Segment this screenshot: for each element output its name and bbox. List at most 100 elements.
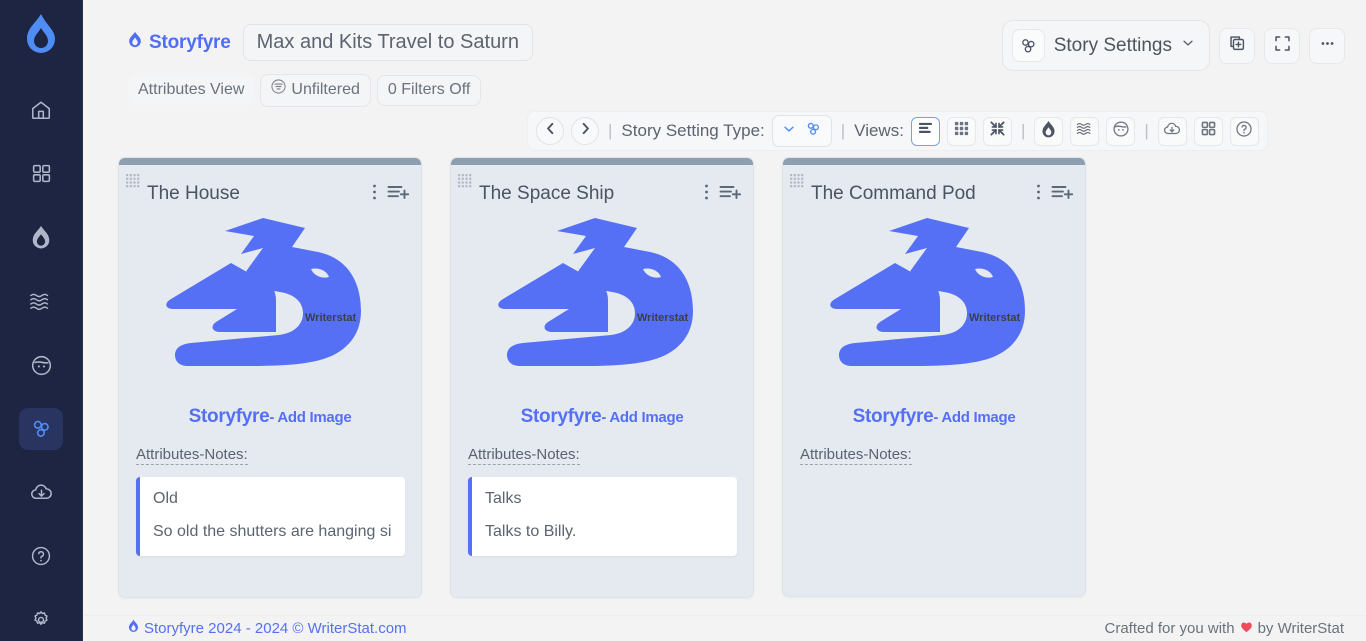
view-grid-button[interactable] [946,116,976,146]
chevron-left-icon [543,121,558,141]
view-scenes-button[interactable] [1070,116,1100,146]
story-setting-card[interactable]: The Space Ship Writerstat Storyfyre- Add… [450,157,754,598]
logo-caption-rest: - Add Image [601,409,684,426]
sidebar-item-dashboard[interactable] [19,153,63,195]
card-image-caption: Storyfyre- Add Image [521,406,684,428]
logo-caption-rest: - Add Image [933,409,1016,426]
card-accent-bar [119,158,421,165]
card-title: The Command Pod [811,183,976,204]
footer-copyright: Storyfyre 2024 - 2024 © WriterStat.com [128,619,407,639]
sidebar-item-home[interactable] [19,89,63,131]
waves-icon [29,291,53,311]
card-menu-icon[interactable] [1036,183,1041,206]
help-circle-icon [1235,120,1253,143]
sidebar-logo-flame-icon[interactable] [21,12,61,61]
card-accent-bar [783,158,1085,165]
face-icon [1112,120,1130,143]
drag-handle-icon[interactable] [790,174,807,191]
home-icon [30,99,52,121]
add-note-icon[interactable] [719,183,742,206]
story-setting-type-select[interactable] [771,115,832,147]
view-list-button[interactable] [910,116,940,146]
sidebar-item-preferences[interactable] [19,599,63,641]
next-button[interactable] [571,117,599,145]
card-image-placeholder[interactable]: Writerstat Storyfyre- Add Image [451,208,753,428]
cards-container: The House Writerstat Storyfyre- Add Imag… [83,157,1366,617]
toolbar-divider-4: | [1144,121,1149,140]
card-accent-bar [451,158,753,165]
sidebar-item-help[interactable] [19,535,63,577]
previous-button[interactable] [536,117,564,145]
subheader-row: Attributes View Unfiltered 0 Filters Off [128,74,482,107]
story-settings-label: Story Settings [1053,34,1172,56]
note-line: So old the shutters are hanging si [153,523,392,540]
filters-off-pill[interactable]: 0 Filters Off [376,74,482,107]
drag-handle-icon[interactable] [458,174,475,191]
toolbar-divider-1: | [608,121,613,140]
more-options-button[interactable] [1309,27,1345,64]
view-stories-button[interactable] [1034,116,1064,146]
card-title: The House [147,183,240,204]
waves-icon [1076,121,1094,141]
footer-credit: Crafted for you with by WriterStat [1105,620,1344,637]
notes-box[interactable]: Old So old the shutters are hanging si [136,477,405,556]
sidebar-item-settings-entities[interactable] [19,407,63,450]
card-image-placeholder[interactable]: Writerstat Storyfyre- Add Image [783,208,1085,428]
footer-copyright-text: Storyfyre 2024 - 2024 © WriterStat.com [144,620,407,637]
brand[interactable]: Storyfyre [128,31,231,54]
notes-box[interactable]: Talks Talks to Billy. [468,477,737,556]
card-actions [372,183,410,206]
attributes-notes-label: Attributes-Notes: [136,446,248,465]
expand-icon [1273,34,1292,58]
story-settings-dropdown[interactable]: Story Settings [1001,20,1210,71]
export-button[interactable] [1157,116,1187,146]
logo-caption-bold: Storyfyre [852,406,934,427]
card-image-placeholder[interactable]: Writerstat Storyfyre- Add Image [119,208,421,428]
card-menu-icon[interactable] [704,183,709,206]
molecule-icon [805,120,822,142]
sidebar [0,0,83,641]
sidebar-item-stories[interactable] [19,217,63,259]
help-circle-icon [30,545,52,567]
card-header: The Command Pod [783,166,1085,208]
chevron-down-icon [1181,36,1195,55]
filter-status-pill[interactable]: Unfiltered [260,74,371,107]
svg-text:Writerstat: Writerstat [969,312,1020,324]
svg-text:Writerstat: Writerstat [305,312,356,324]
fullscreen-button[interactable] [1264,27,1300,64]
storyfyre-dragon-logo-icon: Writerstat [819,214,1049,402]
view-board-button[interactable] [1193,116,1223,146]
view-mode-label[interactable]: Attributes View [128,75,255,106]
card-menu-icon[interactable] [372,183,377,206]
note-line: Talks [485,490,522,507]
view-characters-button[interactable] [1106,116,1136,146]
duplicate-button[interactable] [1219,27,1255,64]
brand-name: Storyfyre [149,31,231,53]
help-button[interactable] [1229,116,1259,146]
chevron-right-icon [578,121,593,141]
chevron-down-icon [782,122,796,141]
sidebar-item-scenes[interactable] [19,280,63,322]
footer: Storyfyre 2024 - 2024 © WriterStat.com C… [83,615,1366,641]
brand-flame-icon [128,619,139,639]
story-setting-card[interactable]: The Command Pod Writerstat Storyfyre- Ad… [782,157,1086,597]
svg-text:Writerstat: Writerstat [637,312,688,324]
note-line: Old [153,490,178,507]
add-note-icon[interactable] [387,183,410,206]
grid-view-icon [953,120,970,142]
brand-flame-icon [128,31,142,54]
sidebar-item-export[interactable] [19,472,63,514]
view-collapse-button[interactable] [982,116,1012,146]
story-setting-card[interactable]: The House Writerstat Storyfyre- Add Imag… [118,157,422,598]
header-actions: Story Settings [1001,20,1345,71]
story-title[interactable]: Max and Kits Travel to Saturn [242,24,533,61]
drag-handle-icon[interactable] [126,174,143,191]
flame-icon [30,225,52,249]
add-note-icon[interactable] [1051,183,1074,206]
note-line: Talks to Billy. [485,523,577,540]
list-view-icon [917,120,934,142]
card-image-caption: Storyfyre- Add Image [853,406,1016,428]
sidebar-item-characters[interactable] [19,344,63,386]
dashboard-grid-icon [31,163,52,184]
collapse-arrows-icon [989,120,1006,142]
